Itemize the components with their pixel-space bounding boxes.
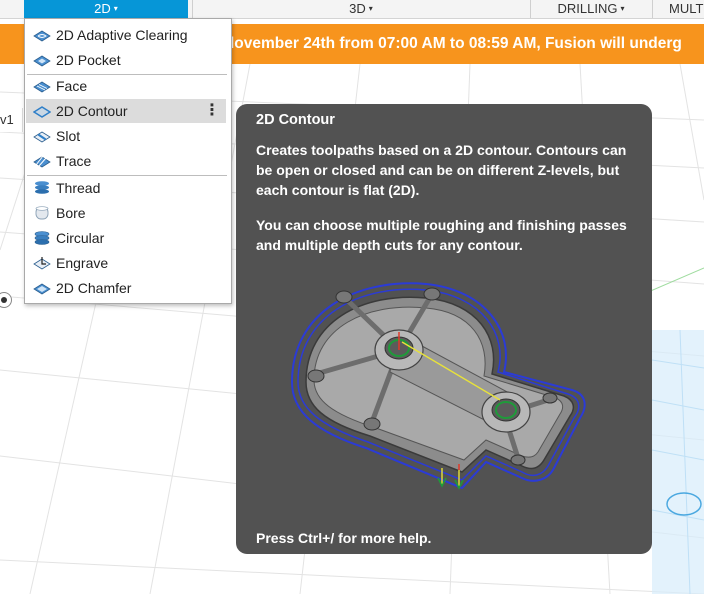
tab-3d[interactable]: 3D ▾ [193, 0, 529, 18]
circular-icon [34, 231, 50, 245]
tab-drilling[interactable]: DRILLING ▾ [531, 0, 651, 18]
chevron-down-icon: ▾ [113, 4, 118, 13]
slot-icon [33, 131, 51, 143]
browser-item[interactable]: v1 [0, 108, 23, 132]
chamfer-icon [33, 283, 51, 295]
menu-item-circular[interactable]: Circular [26, 226, 226, 250]
contour-example-image [290, 282, 586, 490]
menu-item-2d-adaptive-clearing[interactable]: 2D Adaptive Clearing [26, 23, 226, 47]
tooltip-description-2: You can choose multiple roughing and fin… [256, 217, 627, 253]
menu-item-2d-chamfer[interactable]: 2D Chamfer [26, 276, 226, 300]
face-icon [33, 81, 51, 93]
menu-item-face[interactable]: Face [26, 74, 226, 98]
tooltip-description: Creates toolpaths based on a 2D contour.… [256, 142, 627, 198]
chevron-down-icon: ▾ [368, 4, 373, 13]
menu-item-engrave[interactable]: Engrave [26, 251, 226, 275]
thread-icon [35, 181, 49, 194]
trace-icon [33, 155, 51, 168]
tooltip-panel: 2D Contour Creates toolpaths based on a … [236, 104, 652, 554]
menu-item-bore[interactable]: Bore [26, 201, 226, 225]
banner-text: lovember 24th from 07:00 AM to 08:59 AM,… [230, 35, 682, 52]
adaptive-clearing-icon [33, 30, 51, 42]
pocket-icon [33, 55, 51, 67]
menu-item-slot[interactable]: Slot [26, 124, 226, 148]
more-options-icon[interactable]: ⋮ [204, 99, 220, 123]
menu-item-trace[interactable]: Trace [26, 149, 226, 173]
tooltip-help-hint: Press Ctrl+/ for more help. [256, 530, 432, 546]
bore-icon [35, 206, 49, 220]
tooltip-title: 2D Contour [256, 112, 335, 128]
toolbar: 2D ▾ 3D ▾ DRILLING ▾ MULT [0, 0, 704, 19]
engrave-icon [33, 257, 51, 270]
2d-dropdown-menu: 2D Adaptive Clearing 2D Pocket Face 2D C… [24, 18, 232, 304]
contour-icon [33, 106, 51, 118]
tab-multi-axis[interactable]: MULT [653, 0, 704, 18]
menu-item-2d-pocket[interactable]: 2D Pocket [26, 48, 226, 72]
chevron-down-icon: ▾ [620, 4, 625, 13]
menu-item-thread[interactable]: Thread [26, 176, 226, 200]
tab-2d[interactable]: 2D ▾ [24, 0, 188, 18]
menu-item-2d-contour[interactable]: 2D Contour ⋮ [26, 99, 226, 123]
